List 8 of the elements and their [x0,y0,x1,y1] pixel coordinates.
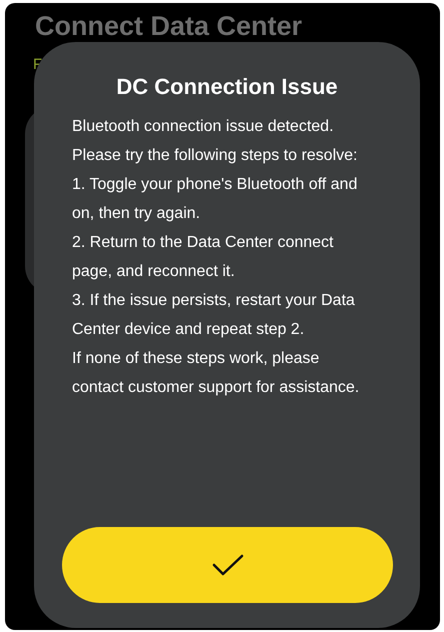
page-title: Connect Data Center [35,10,302,43]
dialog-title: DC Connection Issue [116,73,338,101]
dialog-text: 2. Return to the Data Center connect page, and reconnect it. [72,233,334,282]
dialog-text: 3. If the issue persists, restart your Data Center device and repeat step 2. [72,291,356,340]
check-icon [212,553,244,577]
dialog-text: If none of these steps work, please contact customer support for assistance. [72,349,360,398]
dialog-text: 1. Toggle your phone's Bluetooth off and on, then try again. [72,175,358,224]
dialog-text: Bluetooth connection issue detected. Please try the following steps to resolve: [72,117,358,166]
